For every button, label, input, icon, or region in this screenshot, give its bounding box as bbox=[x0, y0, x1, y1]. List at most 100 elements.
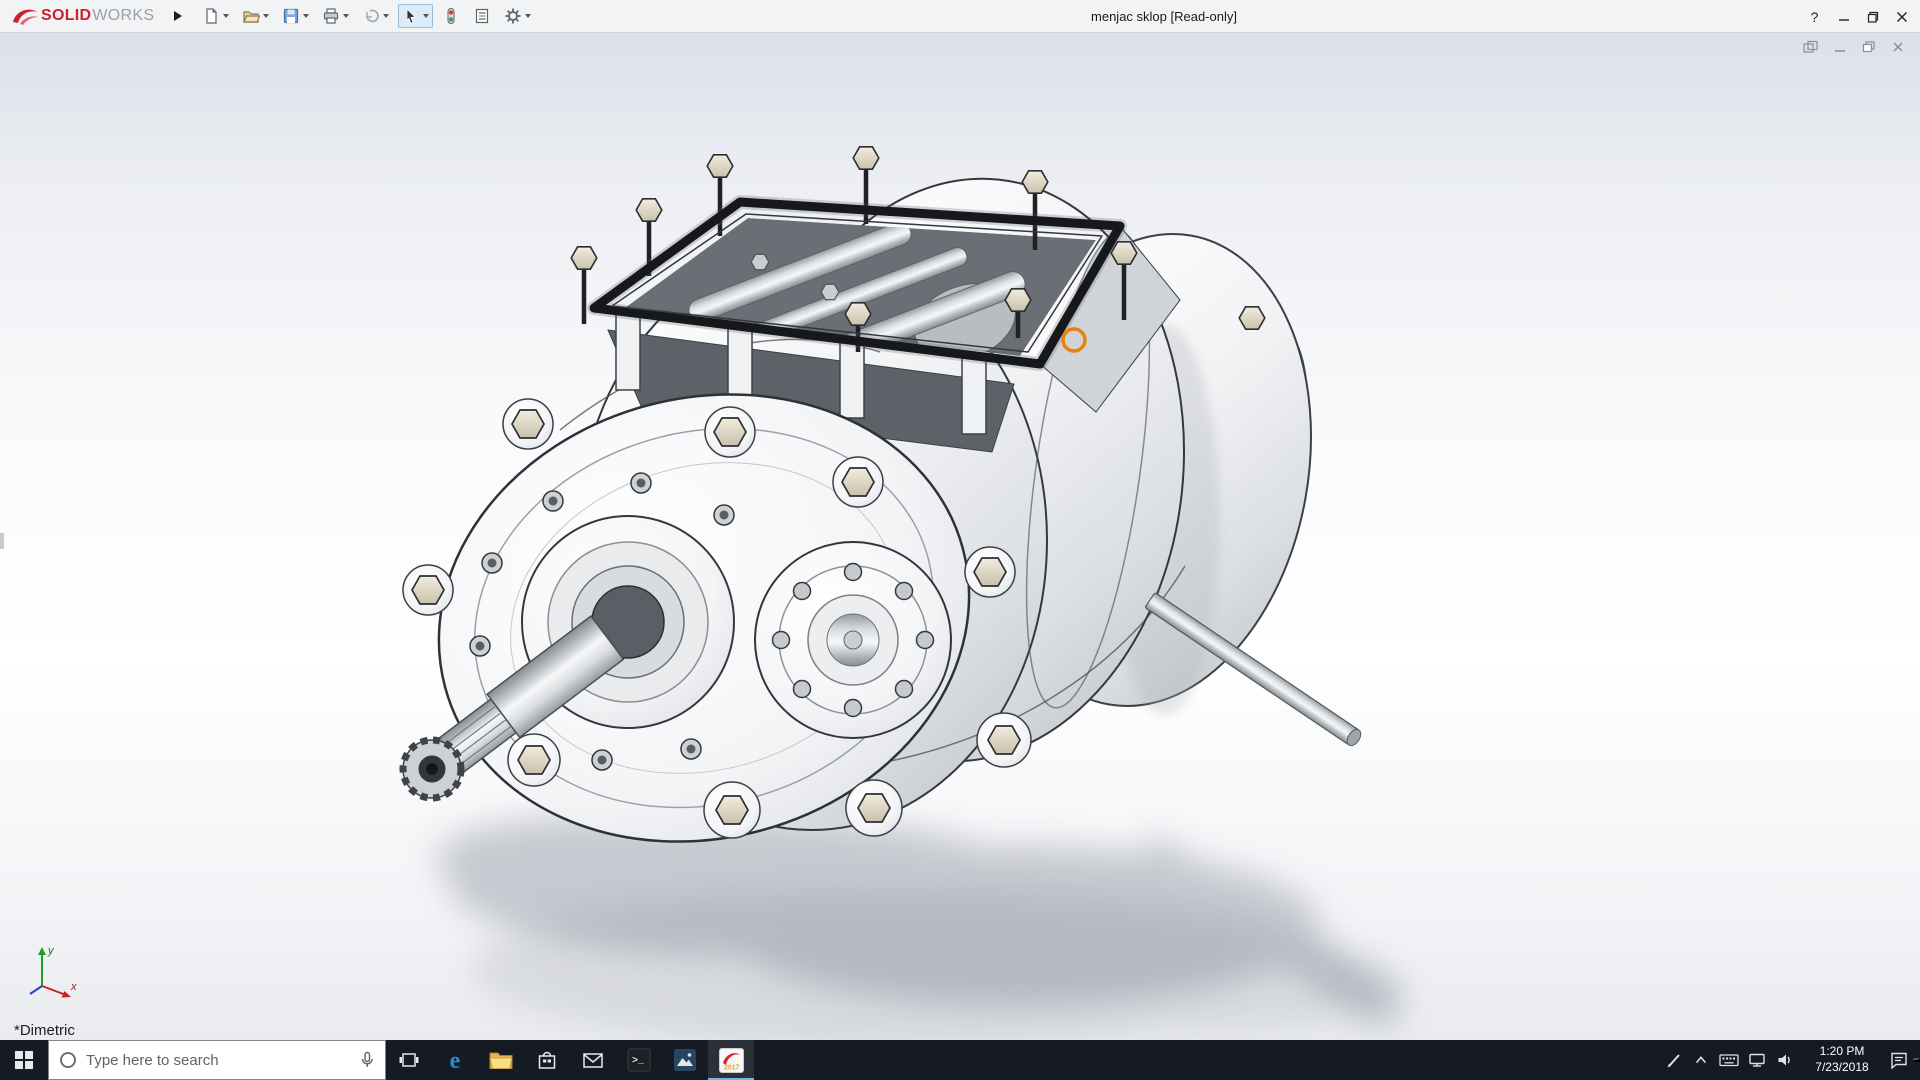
rebuild-button[interactable] bbox=[438, 4, 464, 28]
chevron-up-icon bbox=[1693, 1052, 1709, 1068]
select-cursor-icon bbox=[402, 7, 420, 25]
svg-text:2017: 2017 bbox=[724, 1064, 740, 1071]
clock-date: 7/23/2018 bbox=[1799, 1060, 1885, 1076]
print-button[interactable] bbox=[318, 4, 353, 28]
chevron-down-icon bbox=[263, 14, 269, 18]
doc-close-button[interactable] bbox=[1888, 39, 1908, 55]
chevron-down-icon bbox=[223, 14, 229, 18]
file-properties-button[interactable] bbox=[469, 4, 495, 28]
solidworks-app-button[interactable]: 2017 bbox=[708, 1040, 754, 1080]
mail-icon bbox=[582, 1051, 604, 1069]
hidden-icons-button[interactable] bbox=[1687, 1040, 1715, 1080]
store-icon bbox=[536, 1049, 558, 1071]
clock-time: 1:20 PM bbox=[1799, 1044, 1885, 1060]
ds-logo-icon bbox=[10, 5, 40, 27]
command-prompt-button[interactable]: >_ bbox=[616, 1040, 662, 1080]
gearbox-model-scene[interactable] bbox=[0, 33, 1920, 1040]
volume-button[interactable] bbox=[1771, 1040, 1799, 1080]
file-explorer-icon bbox=[489, 1050, 513, 1070]
cortana-circle-icon bbox=[59, 1051, 77, 1069]
taskbar-search[interactable] bbox=[48, 1040, 386, 1080]
action-center-button[interactable] bbox=[1885, 1040, 1913, 1080]
close-button[interactable] bbox=[1887, 3, 1916, 30]
triad-x-label: x bbox=[70, 981, 77, 993]
edge-button[interactable]: e bbox=[432, 1040, 478, 1080]
chevron-down-icon bbox=[423, 14, 429, 18]
open-folder-icon bbox=[242, 7, 260, 25]
speaker-icon bbox=[1776, 1052, 1794, 1068]
rebuild-traffic-light-icon bbox=[442, 7, 460, 25]
save-button[interactable] bbox=[278, 4, 313, 28]
minimize-icon bbox=[1831, 40, 1849, 54]
start-button[interactable] bbox=[0, 1040, 48, 1080]
solidworks-logo: SOLIDWORKS bbox=[0, 5, 154, 27]
window-title: menjac sklop [Read-only] bbox=[1091, 9, 1237, 24]
chevron-down-icon bbox=[383, 14, 389, 18]
toolbar-flyout-arrow[interactable] bbox=[174, 11, 182, 21]
file-properties-icon bbox=[473, 7, 491, 25]
doc-minimize-button[interactable] bbox=[1830, 39, 1850, 55]
close-icon bbox=[1896, 11, 1908, 23]
window-controls: ? bbox=[1800, 0, 1916, 33]
network-icon bbox=[1748, 1052, 1766, 1068]
edge-icon: e bbox=[442, 1047, 468, 1073]
new-document-icon bbox=[202, 7, 220, 25]
brand-solid: SOLID bbox=[41, 7, 91, 25]
options-button[interactable] bbox=[500, 4, 535, 28]
minimize-button[interactable] bbox=[1829, 3, 1858, 30]
restore-icon bbox=[1867, 11, 1879, 23]
triad-y-label: y bbox=[47, 945, 55, 957]
chevron-down-icon bbox=[303, 14, 309, 18]
open-button[interactable] bbox=[238, 4, 273, 28]
restore-icon bbox=[1860, 40, 1878, 54]
print-icon bbox=[322, 7, 340, 25]
options-gear-icon bbox=[504, 7, 522, 25]
pen-tray-button[interactable] bbox=[1659, 1040, 1687, 1080]
bearing-cover-flange bbox=[755, 542, 951, 738]
taskbar-clock[interactable]: 1:20 PM 7/23/2018 bbox=[1799, 1044, 1885, 1075]
pen-icon bbox=[1664, 1051, 1682, 1069]
doc-cascade-button[interactable] bbox=[1801, 39, 1821, 55]
graphics-area[interactable]: y x *Dimetric bbox=[0, 33, 1920, 1040]
chevron-down-icon bbox=[343, 14, 349, 18]
undo-button[interactable] bbox=[358, 4, 393, 28]
brand-works: WORKS bbox=[92, 7, 154, 25]
svg-text:>_: >_ bbox=[632, 1056, 645, 1067]
close-icon bbox=[1889, 40, 1907, 54]
save-icon bbox=[282, 7, 300, 25]
file-explorer-button[interactable] bbox=[478, 1040, 524, 1080]
touch-keyboard-button[interactable] bbox=[1715, 1040, 1743, 1080]
svg-text:e: e bbox=[450, 1048, 461, 1073]
show-desktop-button[interactable] bbox=[1913, 1058, 1920, 1062]
document-window-controls bbox=[1801, 39, 1908, 55]
windows-logo-icon bbox=[15, 1051, 33, 1069]
command-prompt-icon: >_ bbox=[627, 1048, 651, 1072]
new-document-button[interactable] bbox=[198, 4, 233, 28]
photos-icon bbox=[673, 1048, 697, 1072]
touch-keyboard-icon bbox=[1719, 1052, 1739, 1068]
quick-access-toolbar bbox=[198, 4, 535, 28]
minimize-icon bbox=[1838, 11, 1850, 23]
action-center-icon bbox=[1889, 1051, 1909, 1069]
chevron-down-icon bbox=[525, 14, 531, 18]
store-button[interactable] bbox=[524, 1040, 570, 1080]
solidworks-2017-icon: 2017 bbox=[719, 1048, 744, 1073]
photos-button[interactable] bbox=[662, 1040, 708, 1080]
undo-icon bbox=[362, 7, 380, 25]
task-view-icon bbox=[398, 1050, 420, 1070]
network-button[interactable] bbox=[1743, 1040, 1771, 1080]
microphone-icon[interactable] bbox=[359, 1051, 375, 1069]
maximize-button[interactable] bbox=[1858, 3, 1887, 30]
mail-button[interactable] bbox=[570, 1040, 616, 1080]
cascade-windows-icon bbox=[1802, 40, 1820, 54]
search-input[interactable] bbox=[86, 1052, 350, 1069]
taskbar: e >_ bbox=[0, 1040, 1920, 1080]
task-view-button[interactable] bbox=[386, 1040, 432, 1080]
titlebar: SOLIDWORKS bbox=[0, 0, 1920, 33]
reference-triad: y x bbox=[16, 940, 80, 1004]
select-button[interactable] bbox=[398, 4, 433, 28]
doc-restore-button[interactable] bbox=[1859, 39, 1879, 55]
help-button[interactable]: ? bbox=[1800, 3, 1829, 30]
ground-shadow bbox=[435, 816, 1407, 1040]
system-tray: 1:20 PM 7/23/2018 bbox=[1659, 1040, 1920, 1080]
